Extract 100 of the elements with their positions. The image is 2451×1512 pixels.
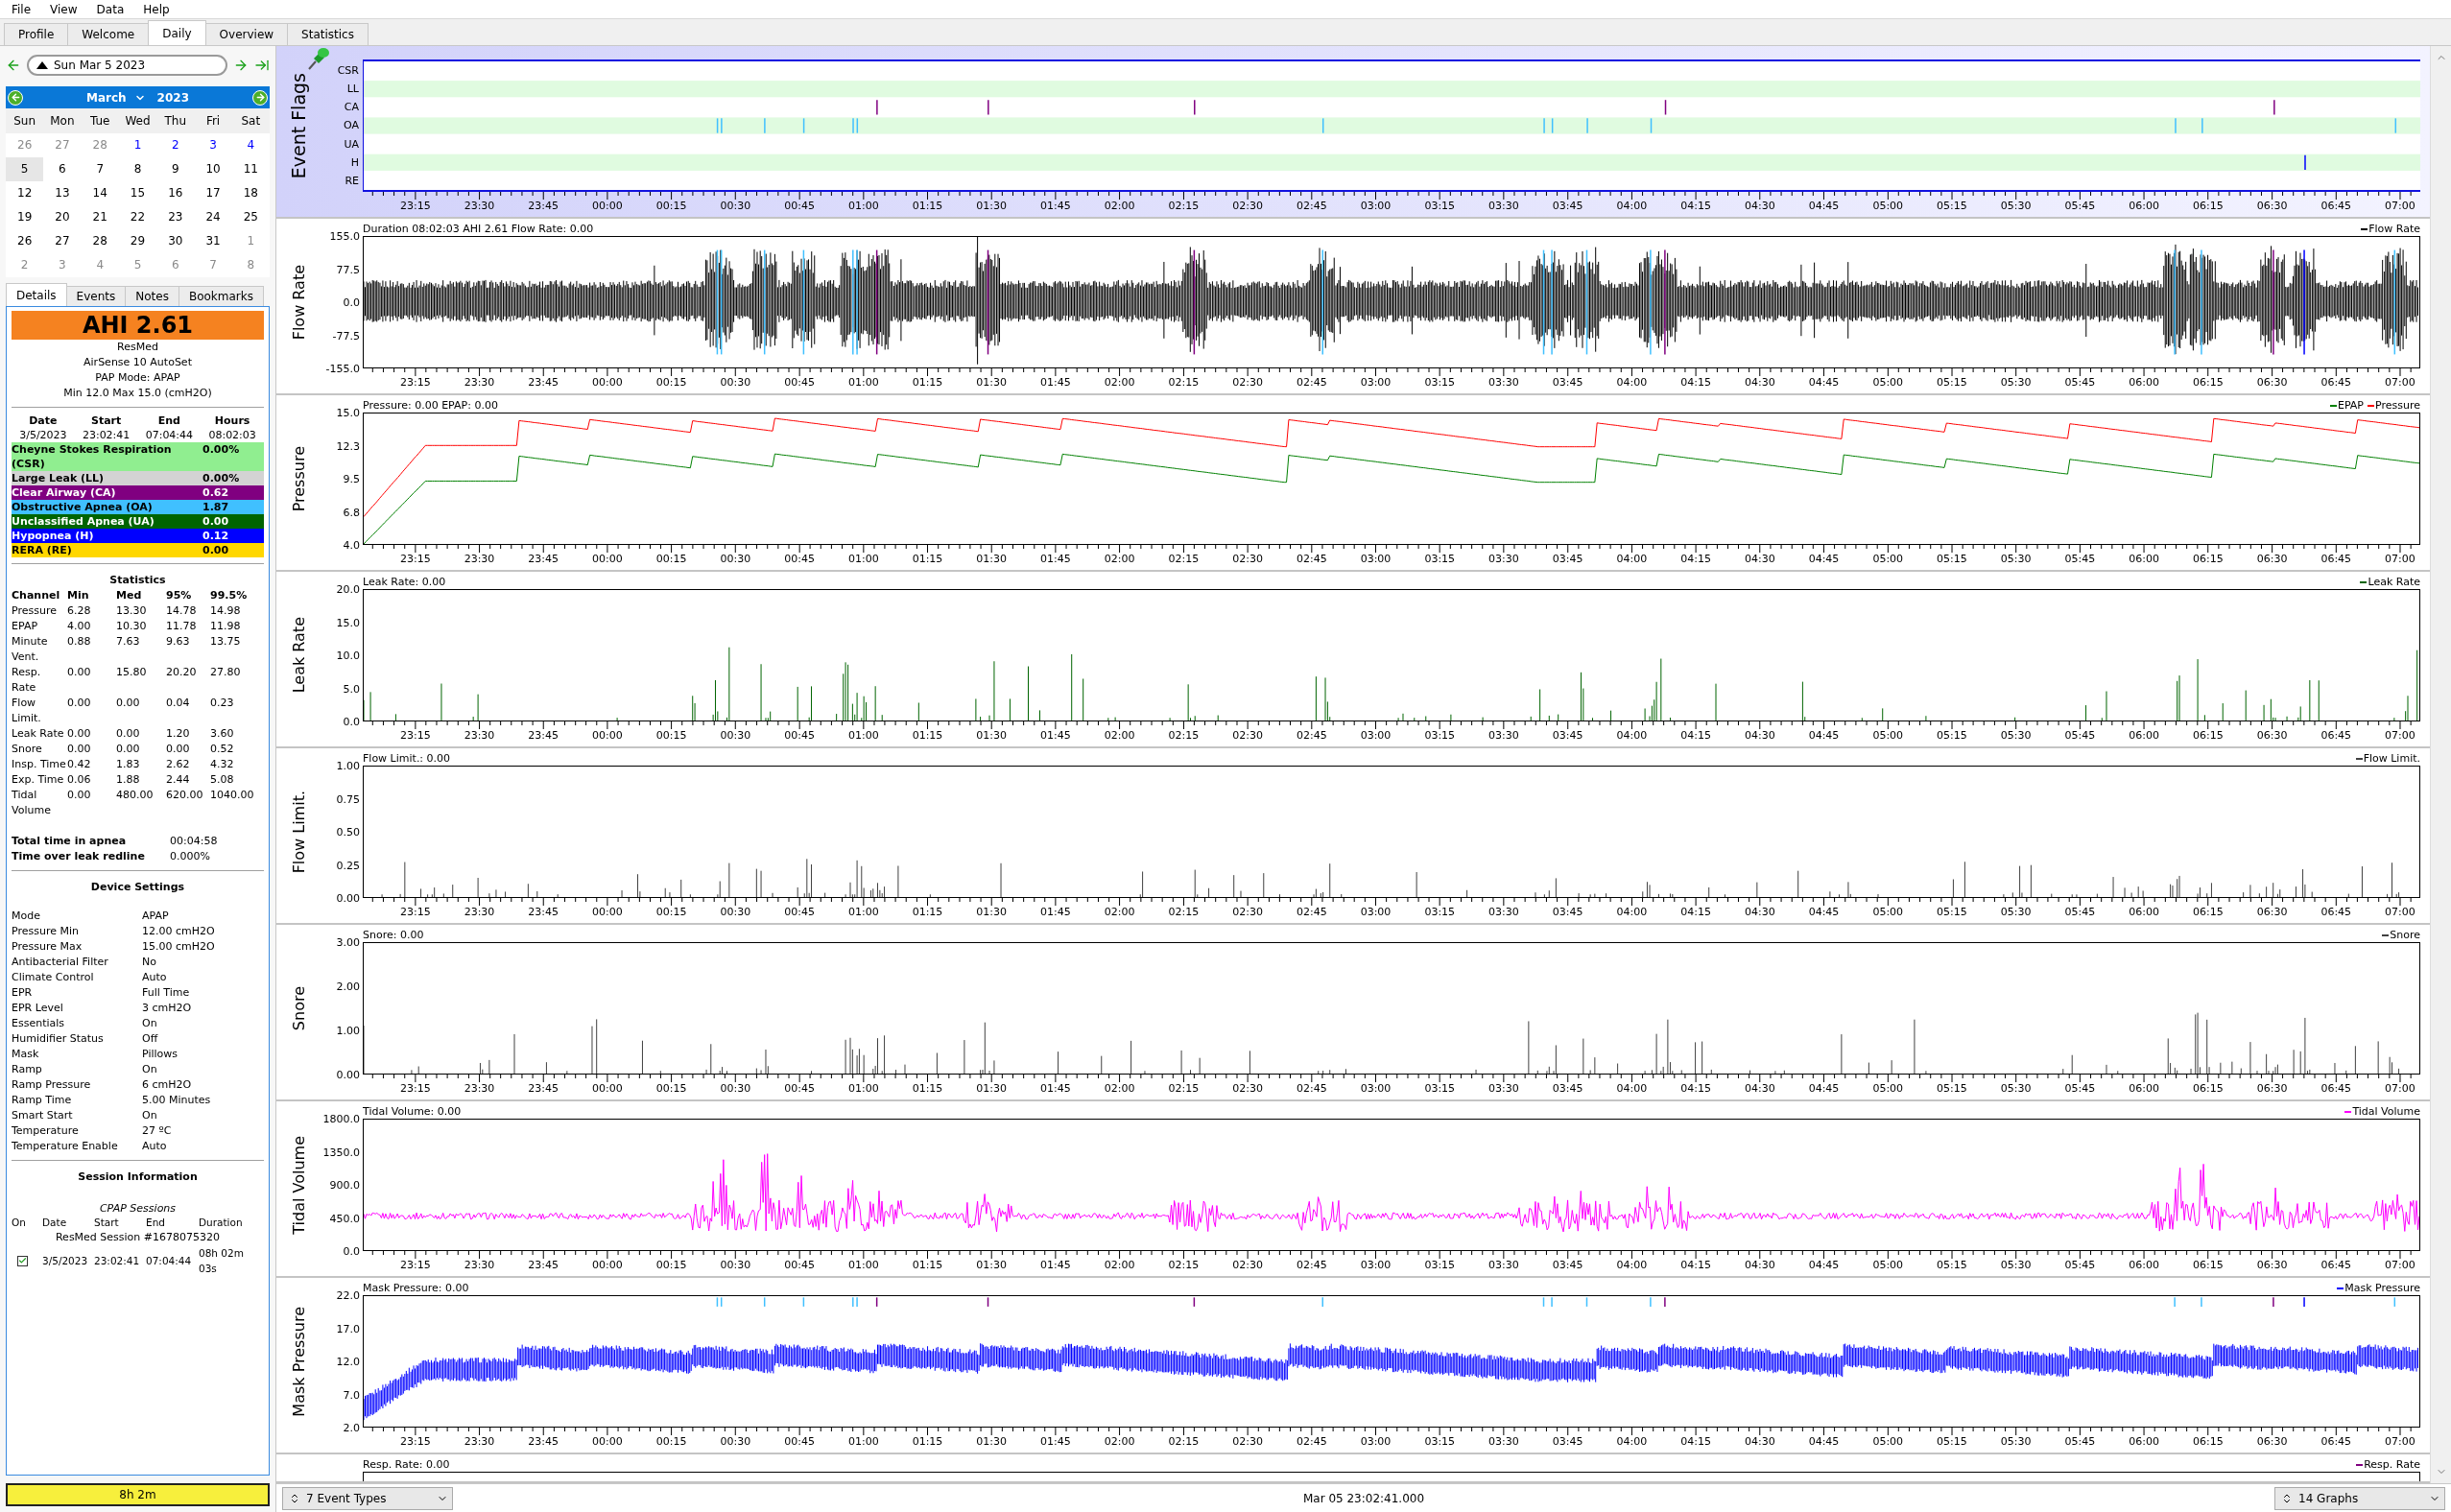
axis-label: 23:30: [464, 1435, 495, 1448]
axis-label: 23:30: [464, 1082, 495, 1095]
table-cell-text: 5.08: [210, 772, 235, 788]
column-header: 99.5%: [210, 588, 249, 603]
axis-label: 04:15: [1680, 376, 1711, 389]
usage-bar: 8h 2m: [6, 1483, 270, 1506]
table-cell-text: 07:04:44: [146, 1254, 193, 1268]
menu-item[interactable]: Data: [88, 2, 132, 16]
axis-label: 06:00: [2129, 906, 2159, 918]
graph-title: Flow Limit.: [289, 790, 308, 874]
axis-label: 02:15: [1168, 729, 1200, 742]
axis-label: 00:45: [784, 1082, 815, 1095]
plot-area[interactable]: [363, 59, 2420, 192]
previous-month-button[interactable]: [8, 89, 23, 106]
setting-label: Humidifier Status: [12, 1031, 105, 1047]
axis-label: 23:45: [528, 906, 559, 918]
axis-label: 04:45: [1808, 376, 1840, 389]
tab[interactable]: Details: [6, 283, 67, 306]
menu-item[interactable]: File: [4, 2, 39, 16]
tab[interactable]: Overview: [204, 23, 289, 45]
tab[interactable]: Notes: [125, 286, 179, 306]
axis-label: 00:00: [592, 1435, 623, 1448]
tab[interactable]: Bookmarks: [178, 286, 264, 306]
tab[interactable]: Statistics: [287, 23, 369, 45]
year-label[interactable]: 2023: [156, 90, 189, 105]
graph-title: Pressure: [289, 445, 308, 512]
session-checkbox[interactable]: [17, 1255, 28, 1266]
axis-label: 05:00: [1872, 906, 1904, 918]
event-index-value: 0.00: [202, 543, 230, 557]
axis-label: 23:45: [528, 729, 559, 742]
axis-label: 02:15: [1168, 1082, 1200, 1095]
axis-label: 01:00: [847, 553, 879, 565]
section-title: Statistics: [108, 574, 167, 586]
axis-label: 01:15: [912, 1435, 943, 1448]
graph-header: Tidal Volume: 0.00: [363, 1105, 462, 1118]
axis-label: 07:00: [2385, 906, 2415, 918]
axis-label: 02:30: [1232, 1082, 1263, 1095]
axis-label: 06:00: [2129, 1082, 2159, 1095]
setting-value: Off: [142, 1031, 159, 1047]
axis-label: 01:00: [847, 376, 879, 389]
axis-label: 10.0: [336, 649, 360, 662]
setting-value: 12.00 cmH2O: [142, 924, 216, 939]
event-index-label: Large Leak (LL): [12, 471, 106, 485]
table-cell-text: 08h 02m 03s: [199, 1246, 245, 1276]
axis-label: 1.00: [336, 1024, 360, 1037]
axis-label: 06:15: [2192, 376, 2224, 389]
axis-label: 00:30: [720, 376, 751, 389]
axis-label: 06:30: [2256, 729, 2288, 742]
axis-label: 03:45: [1552, 1082, 1583, 1095]
axis-label: 02:15: [1168, 553, 1200, 565]
table-cell-text: 480.00: [116, 788, 155, 803]
event-index-label: RERA (RE): [12, 543, 73, 557]
legend-label: Leak Rate: [2368, 576, 2420, 588]
calendar-day[interactable]: 5: [6, 157, 44, 181]
menu-item[interactable]: View: [42, 2, 85, 16]
total-value: 0.000%: [170, 849, 211, 864]
axis-label: 07:00: [2385, 1082, 2415, 1095]
axis-label: 01:00: [847, 729, 879, 742]
axis-label: 02:45: [1296, 906, 1327, 918]
graphs-dropdown[interactable]: 14 Graphs: [2274, 1486, 2445, 1510]
tab[interactable]: Events: [65, 286, 127, 306]
arrow-left-icon: [10, 92, 21, 103]
axis-label: 00:00: [592, 553, 623, 565]
tab[interactable]: Profile: [4, 23, 69, 45]
axis-label: 05:15: [1937, 553, 1967, 565]
axis-label: 02:30: [1232, 1259, 1263, 1271]
axis-label: 06:30: [2256, 376, 2288, 389]
axis-label: 04:15: [1680, 553, 1711, 565]
next-month-button[interactable]: [252, 89, 268, 106]
axis-label: 05:30: [2000, 1082, 2032, 1095]
arrow-to-end-icon[interactable]: [254, 58, 270, 73]
tab[interactable]: Welcome: [67, 23, 150, 45]
axis-label: 05:15: [1937, 376, 1967, 389]
table-cell-text: 7.63: [116, 634, 141, 650]
weekday-label: Fri: [194, 108, 232, 133]
pushpin-icon[interactable]: [305, 46, 330, 71]
axis-label: 06:30: [2256, 200, 2288, 212]
axis-label: 03:15: [1424, 906, 1456, 918]
axis-label: 05:00: [1872, 200, 1904, 212]
menu-item[interactable]: Help: [135, 2, 178, 16]
axis-label: 05:30: [2000, 729, 2032, 742]
axis-label: 00:30: [720, 553, 751, 565]
table-cell-text: 14.78: [166, 603, 198, 619]
axis-label: 23:45: [528, 200, 559, 212]
event-types-dropdown[interactable]: 7 Event Types: [282, 1486, 453, 1510]
axis-label: 04:30: [1744, 1435, 1775, 1448]
date-field[interactable]: Sun Mar 5 2023: [27, 55, 227, 76]
axis-label: 0.25: [336, 859, 360, 871]
axis-label: 05:45: [2064, 1259, 2096, 1271]
setting-label: Mode: [12, 909, 41, 924]
tab[interactable]: Daily: [148, 20, 206, 45]
axis-label: 06:45: [2320, 1082, 2352, 1095]
axis-label: 01:00: [847, 906, 879, 918]
column-header: Min: [67, 588, 90, 603]
setting-value: 27 ºC: [142, 1123, 173, 1139]
ahi-banner: AHI 2.61: [12, 311, 264, 340]
table-cell-text: 20.20: [166, 665, 198, 680]
axis-label: 05:15: [1937, 1259, 1967, 1271]
axis-label: 00:30: [720, 1259, 751, 1271]
month-selector[interactable]: March: [86, 90, 146, 105]
